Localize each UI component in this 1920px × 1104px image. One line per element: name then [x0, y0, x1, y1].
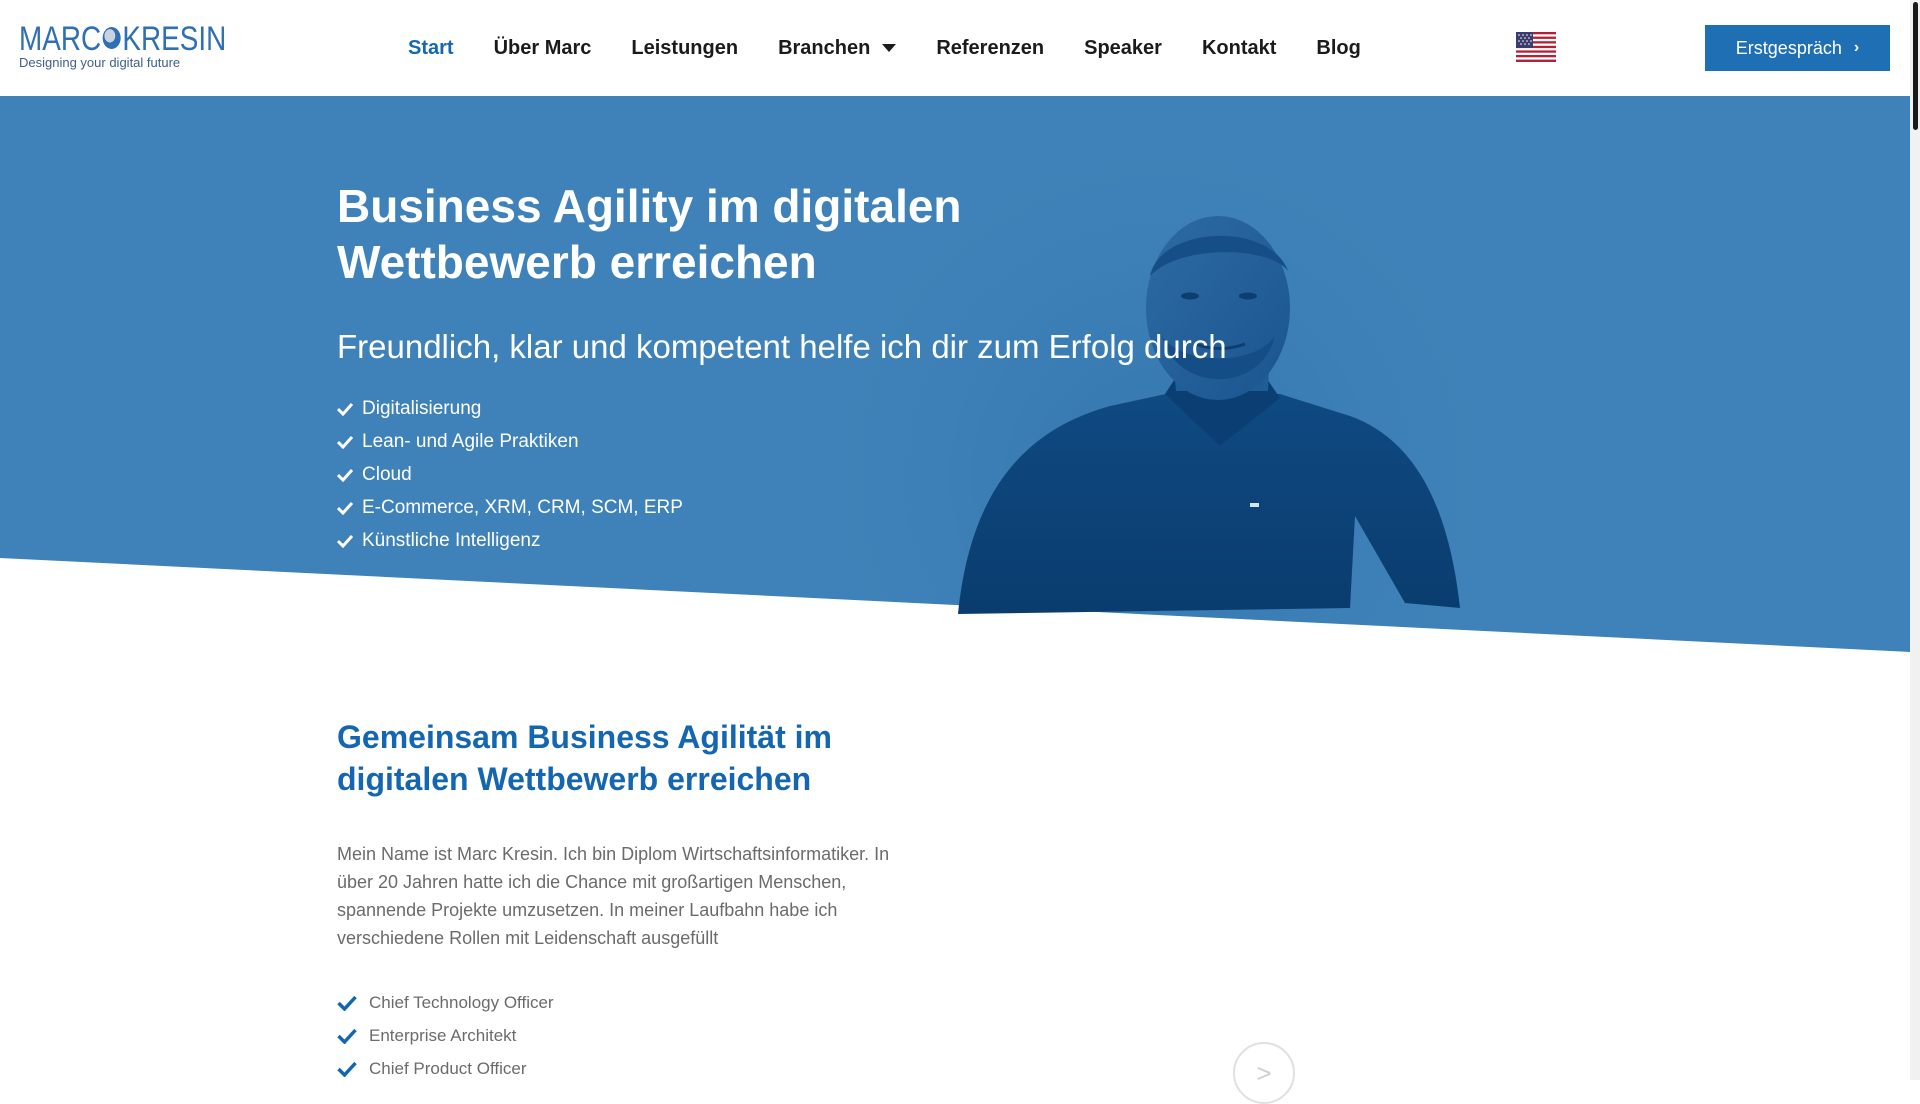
check-icon — [337, 468, 353, 482]
play-icon: > — [1256, 1057, 1272, 1088]
roles-list: Chief Technology Officer Enterprise Arch… — [337, 986, 554, 1085]
nav-item-start[interactable]: Start — [408, 37, 454, 60]
check-icon — [337, 402, 353, 416]
cta-label: Erstgespräch — [1735, 37, 1842, 58]
hero-subtitle: Freundlich, klar und kompetent helfe ich… — [337, 328, 1227, 365]
nav-label: Branchen — [778, 36, 871, 59]
logo-wordmark: MARC KRESIN — [19, 20, 226, 59]
nav-label: Über Marc — [493, 36, 592, 59]
list-item-label: Chief Product Officer — [369, 1058, 527, 1078]
list-item: Lean- und Agile Praktiken — [337, 425, 683, 458]
list-item: Chief Technology Officer — [337, 986, 554, 1019]
nav-item-leistungen[interactable]: Leistungen — [631, 37, 738, 60]
nav-item-speaker[interactable]: Speaker — [1084, 37, 1162, 60]
site-header: MARC KRESIN Designing your digital future… — [0, 0, 1910, 96]
about-text: Mein Name ist Marc Kresin. Ich bin Diplo… — [337, 844, 890, 948]
check-icon — [337, 501, 353, 515]
logo-word-left: MARC — [19, 20, 102, 58]
hero-section: Business Agility im digitalen Wettbewerb… — [0, 96, 1910, 656]
list-item-label: Künstliche Intelligenz — [362, 529, 541, 551]
site-logo[interactable]: MARC KRESIN Designing your digital future — [19, 20, 229, 74]
check-icon — [337, 1028, 357, 1044]
nav-item-ueber-marc[interactable]: Über Marc — [494, 37, 592, 60]
check-icon — [337, 1061, 357, 1077]
us-flag-icon[interactable] — [1516, 32, 1556, 62]
nav-item-referenzen[interactable]: Referenzen — [936, 37, 1044, 60]
check-icon — [337, 534, 353, 548]
list-item: Enterprise Architekt — [337, 1019, 554, 1052]
list-item-label: Chief Technology Officer — [369, 992, 554, 1012]
main-nav: Start Über Marc Leistungen Branchen Refe… — [408, 32, 1401, 64]
page-scrollbar[interactable] — [1910, 0, 1920, 1080]
scrollbar-thumb[interactable] — [1913, 2, 1918, 130]
list-item: Cloud — [337, 458, 683, 491]
nav-label: Speaker — [1084, 36, 1162, 59]
check-icon — [337, 435, 353, 449]
erstgespraech-button[interactable]: Erstgespräch › — [1705, 25, 1890, 71]
nav-item-kontakt[interactable]: Kontakt — [1202, 37, 1276, 60]
list-item-label: Enterprise Architekt — [369, 1025, 517, 1045]
list-item: Künstliche Intelligenz — [337, 524, 683, 557]
nav-label: Start — [408, 36, 454, 59]
caret-down-icon — [882, 44, 897, 52]
nav-item-blog[interactable]: Blog — [1316, 37, 1360, 60]
list-item: Chief Product Officer — [337, 1052, 554, 1085]
nav-label: Leistungen — [631, 36, 739, 59]
list-item-label: Lean- und Agile Praktiken — [362, 430, 579, 452]
logo-tagline: Designing your digital future — [19, 55, 181, 70]
nav-item-branchen[interactable]: Branchen — [778, 36, 897, 60]
list-item: Digitalisierung — [337, 392, 683, 425]
video-play-button[interactable]: > — [1233, 1042, 1295, 1104]
list-item: E-Commerce, XRM, CRM, SCM, ERP — [337, 491, 683, 524]
logo-word-right: KRESIN — [122, 20, 227, 58]
about-title: Gemeinsam Business Agilität im digitalen… — [337, 719, 832, 797]
nav-label: Blog — [1316, 36, 1361, 59]
list-item-label: Cloud — [362, 463, 412, 485]
check-icon — [337, 995, 357, 1011]
hero-title: Business Agility im digitalen Wettbewerb… — [337, 180, 962, 288]
nav-label: Kontakt — [1201, 36, 1277, 59]
chevron-right-icon: › — [1853, 39, 1860, 56]
list-item-label: Digitalisierung — [362, 397, 482, 419]
logo-drop-icon — [102, 27, 121, 50]
hero-topic-list: Digitalisierung Lean- und Agile Praktike… — [337, 392, 683, 557]
nav-label: Referenzen — [936, 36, 1045, 59]
list-item-label: E-Commerce, XRM, CRM, SCM, ERP — [362, 496, 683, 518]
